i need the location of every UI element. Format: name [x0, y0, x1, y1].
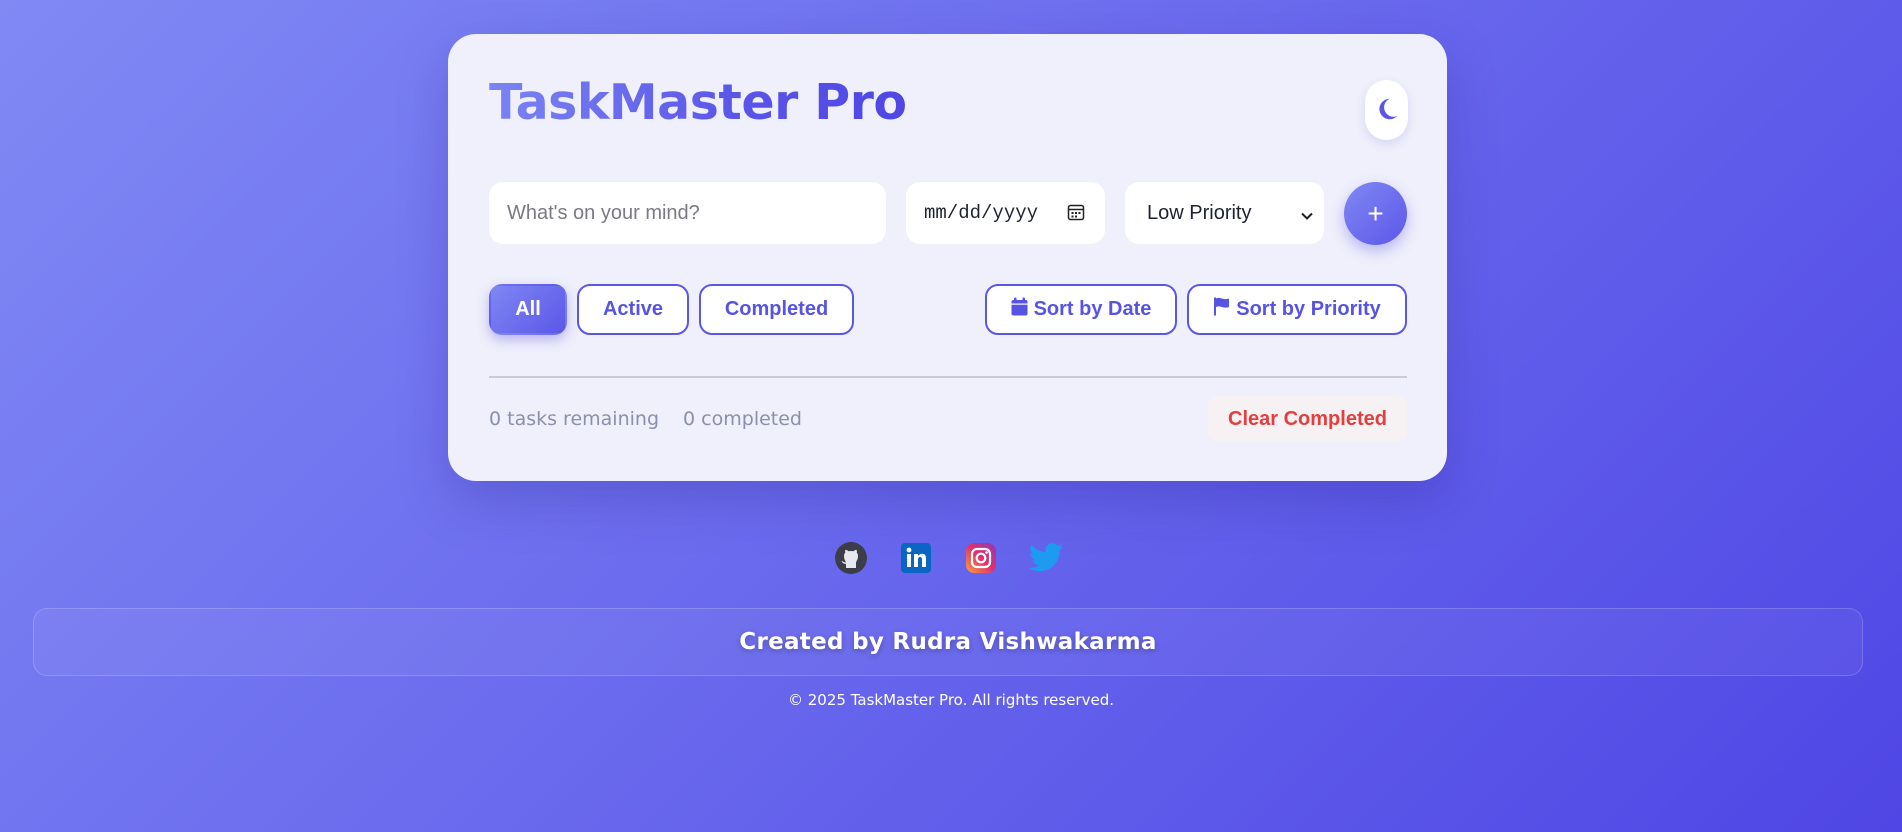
due-date-input[interactable]: mm/dd/yyyy: [906, 182, 1105, 244]
chevron-down-icon: [1300, 206, 1314, 229]
calendar-icon[interactable]: [1067, 203, 1085, 227]
linkedin-icon[interactable]: [898, 540, 934, 576]
tasks-completed: 0 completed: [683, 408, 802, 430]
flag-icon: [1213, 297, 1230, 322]
divider: [489, 376, 1407, 378]
tasks-remaining: 0 tasks remaining: [489, 408, 659, 430]
sort-by-date-button[interactable]: Sort by Date: [985, 284, 1177, 335]
github-icon[interactable]: [833, 540, 869, 576]
sort-by-priority-button[interactable]: Sort by Priority: [1187, 284, 1407, 335]
date-placeholder: mm/dd/yyyy: [924, 202, 1039, 224]
copyright: © 2025 TaskMaster Pro. All rights reserv…: [787, 691, 1114, 709]
moon-icon: [1374, 96, 1400, 125]
footer-credit: Created by Rudra Vishwakarma: [739, 629, 1157, 655]
task-input[interactable]: [489, 182, 886, 244]
filter-active-button[interactable]: Active: [577, 284, 689, 335]
filter-completed-button[interactable]: Completed: [699, 284, 854, 335]
instagram-icon[interactable]: [963, 540, 999, 576]
calendar-icon: [1011, 297, 1028, 322]
task-card: TaskMaster Pro mm/dd/yyyy Low Priority +…: [448, 34, 1447, 481]
sort-by-date-label: Sort by Date: [1033, 298, 1152, 320]
twitter-icon[interactable]: [1028, 540, 1064, 576]
add-task-button[interactable]: +: [1344, 182, 1407, 245]
sort-by-priority-label: Sort by Priority: [1236, 298, 1381, 320]
priority-selected: Low Priority: [1147, 201, 1252, 224]
filter-all-button[interactable]: All: [489, 284, 567, 335]
priority-select[interactable]: Low Priority: [1125, 182, 1324, 244]
clear-completed-button[interactable]: Clear Completed: [1208, 396, 1407, 442]
task-stats: 0 tasks remaining 0 completed: [489, 408, 820, 430]
footer-bar: Created by Rudra Vishwakarma: [33, 608, 1863, 676]
theme-toggle-button[interactable]: [1365, 80, 1408, 140]
app-title: TaskMaster Pro: [489, 74, 907, 131]
